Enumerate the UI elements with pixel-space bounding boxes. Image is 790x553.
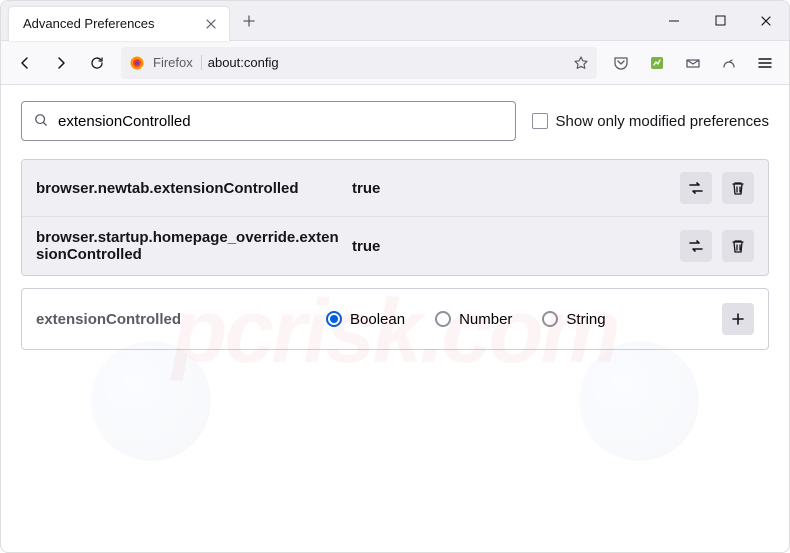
url-bar[interactable]: Firefox about:config: [121, 47, 597, 79]
window-controls: [651, 1, 789, 41]
add-button[interactable]: [722, 303, 754, 335]
browser-window: Advanced Preferences: [0, 0, 790, 553]
radio-icon: [542, 311, 558, 327]
browser-tab[interactable]: Advanced Preferences: [9, 7, 229, 41]
tab-title: Advanced Preferences: [23, 16, 203, 31]
pref-name: browser.startup.homepage_override.extens…: [36, 229, 344, 263]
toggle-button[interactable]: [680, 230, 712, 262]
identity-label: Firefox: [153, 55, 193, 70]
preference-row[interactable]: browser.newtab.extensionControlled true: [22, 160, 768, 217]
pref-name: browser.newtab.extensionControlled: [36, 180, 344, 197]
back-button[interactable]: [9, 47, 41, 79]
search-box[interactable]: [21, 101, 516, 141]
radio-label: Boolean: [350, 311, 405, 328]
titlebar: Advanced Preferences: [1, 1, 789, 41]
url-text: about:config: [201, 55, 565, 70]
type-radio-group: Boolean Number String: [326, 311, 722, 328]
close-tab-icon[interactable]: [203, 16, 219, 32]
delete-button[interactable]: [722, 230, 754, 262]
radio-icon: [435, 311, 451, 327]
radio-label: Number: [459, 311, 512, 328]
search-icon: [34, 113, 50, 129]
new-tab-button[interactable]: [235, 7, 263, 35]
minimize-button[interactable]: [651, 1, 697, 41]
about-config-content: Show only modified preferences browser.n…: [1, 85, 789, 366]
maximize-button[interactable]: [697, 1, 743, 41]
radio-boolean[interactable]: Boolean: [326, 311, 405, 328]
reload-button[interactable]: [81, 47, 113, 79]
new-pref-name: extensionControlled: [36, 311, 326, 328]
preference-row[interactable]: browser.startup.homepage_override.extens…: [22, 217, 768, 275]
checkbox-icon: [532, 113, 548, 129]
extension-icon[interactable]: [641, 47, 673, 79]
pref-value: true: [344, 238, 680, 255]
radio-icon: [326, 311, 342, 327]
radio-number[interactable]: Number: [435, 311, 512, 328]
radio-string[interactable]: String: [542, 311, 605, 328]
add-preference-row: extensionControlled Boolean Number Strin…: [21, 288, 769, 350]
pref-value: true: [344, 180, 680, 197]
preference-list: browser.newtab.extensionControlled true …: [21, 159, 769, 276]
search-input[interactable]: [58, 113, 503, 130]
firefox-icon: [129, 55, 145, 71]
delete-button[interactable]: [722, 172, 754, 204]
radio-label: String: [566, 311, 605, 328]
show-modified-checkbox[interactable]: Show only modified preferences: [532, 113, 769, 130]
forward-button[interactable]: [45, 47, 77, 79]
dashboard-icon[interactable]: [713, 47, 745, 79]
bookmark-star-icon[interactable]: [573, 55, 589, 71]
checkbox-text: Show only modified preferences: [556, 113, 769, 130]
nav-toolbar: Firefox about:config: [1, 41, 789, 85]
menu-button[interactable]: [749, 47, 781, 79]
close-window-button[interactable]: [743, 1, 789, 41]
toggle-button[interactable]: [680, 172, 712, 204]
mail-icon[interactable]: [677, 47, 709, 79]
pocket-icon[interactable]: [605, 47, 637, 79]
